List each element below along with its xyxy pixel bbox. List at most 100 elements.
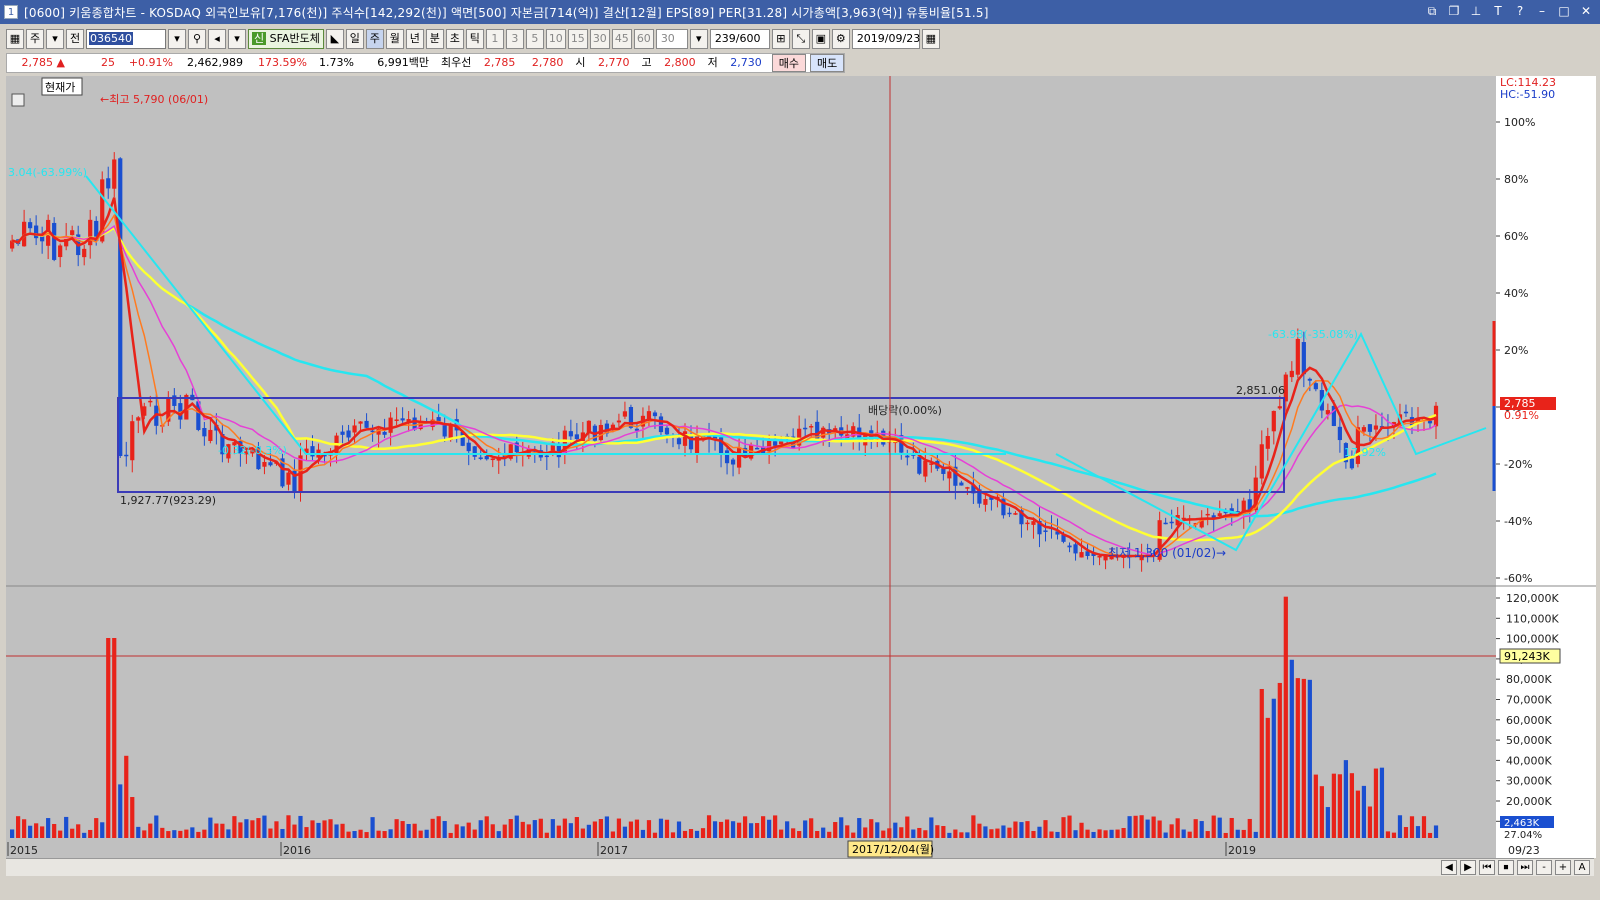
trendline-label-2: -63.98(-35.08%) [1268, 328, 1358, 341]
volume-bar [1121, 827, 1126, 838]
volume-bar [947, 832, 952, 838]
candle-body [208, 429, 213, 441]
volume-bar [1319, 786, 1324, 838]
volume-bar [1055, 831, 1060, 838]
scroll-button[interactable]: ⏮ [1479, 860, 1495, 875]
period-month[interactable]: 월 [385, 29, 404, 49]
chart-menu-icon[interactable]: ▦ [6, 29, 24, 49]
interval-60[interactable]: 60 [633, 29, 654, 49]
volume-bar [526, 824, 531, 838]
volume-bar [1361, 785, 1367, 838]
volume-bar [154, 815, 159, 838]
interval-30[interactable]: 30 [589, 29, 610, 49]
candle-body [1367, 424, 1373, 432]
sell-button[interactable]: 매도 [810, 54, 845, 72]
zoom-icon[interactable]: ⊞ [771, 29, 790, 49]
scroll-button[interactable]: ◀ [1441, 860, 1457, 875]
close-icon[interactable]: ✕ [1578, 3, 1594, 19]
calendar-icon[interactable]: ▦ [921, 29, 940, 49]
last-date-label: 09/23 [1508, 844, 1540, 857]
scroll-button[interactable]: - [1536, 860, 1552, 875]
volume-bar [1355, 790, 1361, 838]
interval-10[interactable]: 10 [545, 29, 566, 49]
x-axis-label: 2015 [10, 844, 38, 857]
volume-bar [893, 822, 898, 838]
volume-bar [1379, 767, 1385, 838]
code-dropdown-icon[interactable]: ▾ [168, 29, 186, 49]
volume-bar [1025, 821, 1030, 838]
search-icon[interactable]: ⚲ [188, 29, 206, 49]
volume-bar [400, 821, 405, 838]
volume-bar [664, 819, 670, 838]
sound-icon[interactable]: ◂ [208, 29, 226, 49]
pin-icon[interactable]: ⊥ [1468, 3, 1484, 19]
candle-body [1205, 513, 1210, 516]
settings-icon[interactable]: ⚙ [831, 29, 850, 49]
candle-body [1073, 544, 1078, 554]
minimize-icon[interactable]: – [1534, 3, 1550, 19]
volume-bar [1409, 816, 1415, 838]
period-minute[interactable]: 분 [425, 29, 444, 49]
quote-amount: 6,991백만 [377, 56, 429, 69]
volume-bar [1427, 832, 1433, 838]
period-year[interactable]: 년 [405, 29, 424, 49]
stock-chart[interactable]: 100%80%60%40%20%0%-20%-40%-60%LC:114.23H… [6, 76, 1596, 858]
ju-dropdown-icon[interactable]: ▾ [46, 29, 64, 49]
volume-bar [779, 829, 784, 838]
date-input[interactable]: 2019/09/23 [851, 29, 920, 49]
volume-bar [472, 829, 477, 838]
interval-dropdown-icon[interactable]: ▾ [689, 29, 708, 49]
stock-arrow-icon[interactable]: ◣ [325, 29, 344, 49]
volume-bar [1007, 827, 1012, 838]
scroll-button[interactable]: A [1574, 860, 1590, 875]
volume-bar [736, 822, 742, 838]
chart-area[interactable]: 100%80%60%40%20%0%-20%-40%-60%LC:114.23H… [6, 76, 1596, 876]
range-field[interactable]: 239/600 [709, 29, 770, 49]
period-week[interactable]: 주 [365, 29, 384, 49]
volume-axis-label: 20,000K [1506, 795, 1552, 808]
interval-1[interactable]: 1 [485, 29, 504, 49]
volume-bar [989, 829, 994, 838]
interval-15[interactable]: 15 [567, 29, 588, 49]
font-icon[interactable]: T [1490, 3, 1506, 19]
line-tool-icon[interactable]: ⤡ [791, 29, 810, 49]
candle-body [724, 450, 730, 464]
scrollbar[interactable]: ◀ ▶ ⏮ ⏹ ⏭ - + A [6, 858, 1594, 876]
candle-body [136, 417, 141, 421]
interval-input[interactable]: 30 [655, 29, 688, 49]
jeon-button[interactable]: 전 [66, 29, 84, 49]
help-icon[interactable]: ? [1512, 3, 1528, 19]
ju-button[interactable]: 주 [26, 29, 44, 49]
volume-bar [520, 821, 525, 838]
quote-price: 2,785 ▲ [21, 56, 65, 69]
volume-bar [10, 829, 15, 838]
volume-bar [1349, 773, 1355, 838]
scroll-button[interactable]: ▶ [1460, 860, 1476, 875]
sound-dropdown-icon[interactable]: ▾ [228, 29, 246, 49]
interval-5[interactable]: 5 [525, 29, 544, 49]
stock-code-input[interactable]: 036540 [86, 29, 166, 49]
volume-bar [496, 831, 501, 838]
volume-bar [1301, 678, 1306, 838]
candle-body [568, 431, 573, 437]
volume-bar [1163, 832, 1168, 838]
buy-button[interactable]: 매수 [771, 54, 806, 72]
scroll-button[interactable]: ⏹ [1498, 860, 1514, 875]
volume-bar [1115, 829, 1120, 838]
maximize-icon[interactable]: □ [1556, 3, 1572, 19]
volume-bar [346, 831, 351, 838]
restore-icon[interactable]: ❐ [1446, 3, 1462, 19]
candle-body [400, 418, 405, 421]
period-tick[interactable]: 틱 [465, 29, 484, 49]
interval-3[interactable]: 3 [505, 29, 524, 49]
volume-bar [1151, 816, 1156, 838]
tile-icon[interactable]: ⧉ [1424, 3, 1440, 19]
save-icon[interactable]: ▣ [811, 29, 830, 49]
period-day[interactable]: 일 [345, 29, 364, 49]
period-second[interactable]: 초 [445, 29, 464, 49]
scroll-button[interactable]: + [1555, 860, 1571, 875]
interval-45[interactable]: 45 [611, 29, 632, 49]
volume-bar [791, 828, 796, 838]
candle-body [202, 428, 207, 437]
scroll-button[interactable]: ⏭ [1517, 860, 1533, 875]
